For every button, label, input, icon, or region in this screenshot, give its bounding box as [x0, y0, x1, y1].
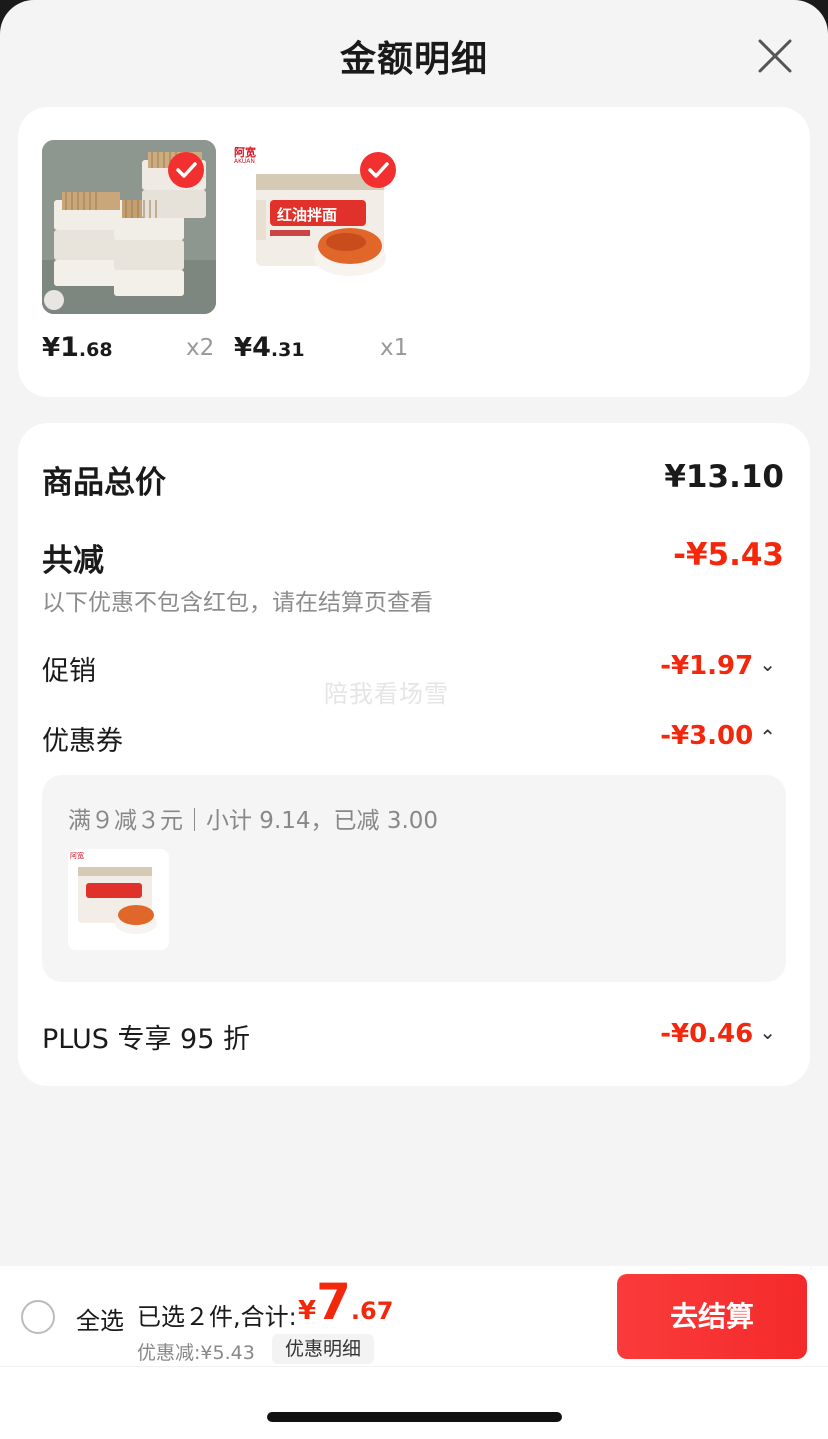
- pack-label: 红油拌面: [277, 206, 338, 224]
- reduction-value: -¥5.43: [673, 537, 784, 573]
- product-quantity: x1: [380, 335, 409, 361]
- goods-total-label: 商品总价: [42, 465, 166, 501]
- select-all-radio[interactable]: [21, 1300, 55, 1334]
- page-title: 金额明细: [339, 39, 488, 80]
- promo-value: -¥1.97: [660, 651, 754, 681]
- select-all-label[interactable]: 全选: [76, 1301, 124, 1336]
- goods-total-value: ¥13.10: [664, 459, 784, 495]
- product-price: ¥1.68: [42, 332, 113, 363]
- home-indicator: [267, 1412, 562, 1422]
- close-icon[interactable]: [753, 34, 797, 78]
- reduction-note: 以下优惠不包含红包，请在结算页查看: [42, 590, 433, 616]
- coupon-value: -¥3.00: [660, 721, 754, 751]
- reduction-label: 共减: [42, 543, 104, 579]
- coupon-detail-text: 满９减３元｜小计 9.14，已减 3.00: [68, 808, 439, 834]
- promo-row-toggle[interactable]: -¥1.97 ⌄: [660, 651, 776, 681]
- amount-detail-sheet: 金额明细 ¥1.68 x2 阿宽 AKUAN 红油拌面 ¥4.31 x1 商品总…: [0, 0, 828, 1439]
- discount-summary: 优惠减:¥5.43: [137, 1342, 255, 1364]
- coupon-detail-box: 满９减３元｜小计 9.14，已减 3.00 阿宽: [42, 775, 786, 982]
- plus-label: PLUS 专享 95 折: [42, 1024, 250, 1055]
- product-quantity: x2: [186, 335, 215, 361]
- price-summary-card: 商品总价 ¥13.10 共减 -¥5.43 以下优惠不包含红包，请在结算页查看 …: [18, 423, 810, 1086]
- chevron-down-icon: ⌄: [759, 1020, 776, 1044]
- brand-logo-sub: AKUAN: [234, 158, 255, 165]
- checked-icon[interactable]: [168, 152, 204, 188]
- promo-label: 促销: [42, 656, 96, 687]
- products-card: ¥1.68 x2 阿宽 AKUAN 红油拌面 ¥4.31 x1: [18, 107, 810, 397]
- coupon-product-image[interactable]: 阿宽: [68, 849, 169, 950]
- coupon-label: 优惠券: [42, 726, 123, 757]
- divider: [0, 1366, 828, 1367]
- checked-icon[interactable]: [360, 152, 396, 188]
- selected-count-label: 已选２件,合计:: [137, 1303, 297, 1331]
- total-price: ¥7.67: [298, 1273, 394, 1331]
- svg-text:阿宽: 阿宽: [70, 851, 84, 860]
- coupon-row-toggle[interactable]: -¥3.00 ⌃: [660, 721, 776, 751]
- plus-value: -¥0.46: [660, 1019, 754, 1049]
- chevron-up-icon: ⌃: [759, 725, 776, 749]
- chevron-down-icon: ⌄: [759, 652, 776, 676]
- plus-row-toggle[interactable]: -¥0.46 ⌄: [660, 1019, 776, 1049]
- discount-detail-button[interactable]: 优惠明细: [272, 1334, 375, 1364]
- watermark: 陪我看场雪: [324, 680, 449, 708]
- checkout-button[interactable]: 去结算: [617, 1274, 807, 1359]
- checkout-bar: 全选 已选２件,合计: ¥7.67 优惠减:¥5.43 优惠明细 去结算: [0, 1266, 828, 1439]
- sheet-header: 金额明细: [0, 0, 828, 108]
- product-price: ¥4.31: [234, 332, 305, 363]
